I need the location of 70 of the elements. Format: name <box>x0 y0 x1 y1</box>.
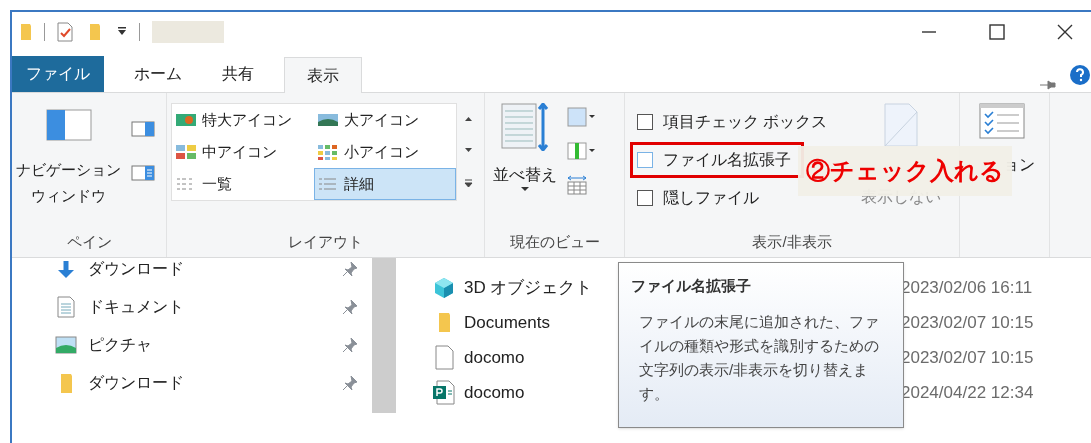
layout-option[interactable]: 中アイコン <box>172 136 314 168</box>
tooltip-text: ファイルの末尾に追加された、ファイルの種類や形式を識別するための文字列の表示/非表示を切り替えます。 <box>638 311 880 404</box>
size-columns-icon[interactable] <box>567 175 587 195</box>
pin-icon[interactable] <box>342 337 358 353</box>
checkbox-option[interactable]: 隠しファイル <box>635 183 761 213</box>
extra-large-icons-icon <box>176 112 196 128</box>
dropdown-icon[interactable] <box>117 27 127 37</box>
navigation-pane-button[interactable]: ナビゲーション ウィンドウ <box>12 103 125 231</box>
group-label: レイアウト <box>287 231 364 252</box>
layout-option[interactable]: 一覧 <box>172 168 314 200</box>
ribbon-tab[interactable]: 表示 <box>284 57 362 93</box>
group-label: ペイン <box>65 231 113 252</box>
options-icon <box>979 103 1025 139</box>
help-icon[interactable] <box>1069 64 1091 86</box>
document-icon <box>884 103 919 147</box>
close-icon[interactable] <box>1057 24 1073 40</box>
picture-icon <box>55 336 77 354</box>
checkbox-option[interactable]: ファイル名拡張子 <box>633 145 801 175</box>
pin-icon[interactable] <box>342 299 358 315</box>
tooltip-title: ファイル名拡張子 <box>631 276 752 296</box>
cube-icon <box>433 276 455 299</box>
layout-option[interactable]: 大アイコン <box>314 104 456 136</box>
group-by-icon[interactable] <box>567 107 595 127</box>
publisher-file-icon <box>433 380 455 405</box>
folder-icon <box>437 312 451 333</box>
nav-item[interactable]: ピクチャ <box>52 326 372 364</box>
checkbox[interactable] <box>637 114 653 130</box>
modified-date: 2023/02/06 16:11 <box>901 276 1033 299</box>
details-pane-icon[interactable] <box>131 165 155 181</box>
title-bar-field <box>152 21 224 43</box>
expand-gallery-icon[interactable] <box>463 179 473 189</box>
ribbon-tab[interactable]: 共有 <box>212 56 264 92</box>
caret-icon <box>521 187 529 191</box>
scroll-up-icon[interactable] <box>463 115 473 122</box>
sort-button[interactable]: 並べ替え <box>485 103 565 231</box>
nav-item[interactable]: ダウンロード <box>52 364 372 402</box>
pin-icon[interactable] <box>342 261 358 277</box>
pin-icon[interactable] <box>1039 78 1057 92</box>
properties-icon[interactable] <box>57 22 73 42</box>
scrollbar-thumb[interactable] <box>372 258 396 413</box>
download-icon <box>57 260 75 278</box>
small-icons-icon <box>318 144 338 160</box>
layout-option[interactable]: 詳細 <box>314 168 456 200</box>
group-label: 表示/非表示 <box>751 231 833 252</box>
scroll-down-icon[interactable] <box>463 147 473 154</box>
modified-date: 2023/02/07 10:15 <box>901 311 1034 334</box>
document-icon <box>57 296 75 318</box>
layout-option[interactable]: 小アイコン <box>314 136 456 168</box>
checkbox[interactable] <box>637 190 653 206</box>
modified-date: 2024/04/22 12:34 <box>901 381 1034 404</box>
pane-layout-icon <box>45 109 92 141</box>
folder-icon <box>59 372 73 394</box>
large-icons-icon <box>318 112 338 128</box>
checkbox-option[interactable]: 項目チェック ボックス <box>635 107 830 137</box>
checkbox[interactable] <box>637 152 653 168</box>
group-label: 現在のビュー <box>508 231 601 252</box>
maximize-icon[interactable] <box>989 24 1005 40</box>
layout-option[interactable]: 特大アイコン <box>172 104 314 136</box>
details-view-icon <box>318 176 338 192</box>
sort-icon <box>501 103 549 151</box>
preview-pane-icon[interactable] <box>131 121 155 137</box>
file-tab[interactable]: ファイル <box>12 56 104 92</box>
medium-icons-icon <box>176 144 196 160</box>
file-icon <box>434 345 454 370</box>
modified-date: 2023/02/07 10:15 <box>901 346 1034 369</box>
add-columns-icon[interactable] <box>567 141 595 161</box>
nav-item[interactable]: ドキュメント <box>52 288 372 326</box>
pin-icon[interactable] <box>342 375 358 391</box>
ribbon-tab[interactable]: ホーム <box>124 56 192 92</box>
nav-item[interactable]: ダウンロード <box>52 258 372 288</box>
